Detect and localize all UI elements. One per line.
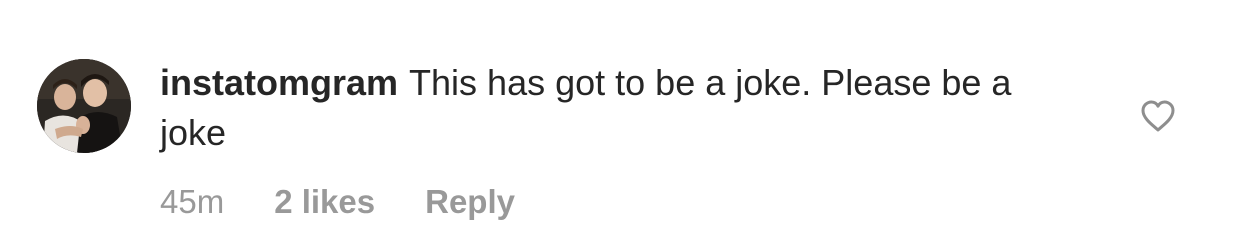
user-avatar[interactable] [37, 59, 131, 153]
comment-timestamp: 45m [160, 183, 225, 220]
comment-likes-count[interactable]: 2 likes [274, 183, 375, 221]
comment-meta: 45m 2 likes Reply [160, 180, 515, 224]
heart-outline-icon [1141, 100, 1175, 132]
avatar-photo-icon [37, 59, 131, 153]
like-button[interactable] [1140, 99, 1176, 133]
comment-username[interactable]: instatomgram [160, 62, 398, 103]
comment-body: instatomgram This has got to be a joke. P… [160, 58, 1040, 158]
comment-row: instatomgram This has got to be a joke. P… [0, 0, 1242, 243]
reply-button[interactable]: Reply [425, 183, 515, 221]
